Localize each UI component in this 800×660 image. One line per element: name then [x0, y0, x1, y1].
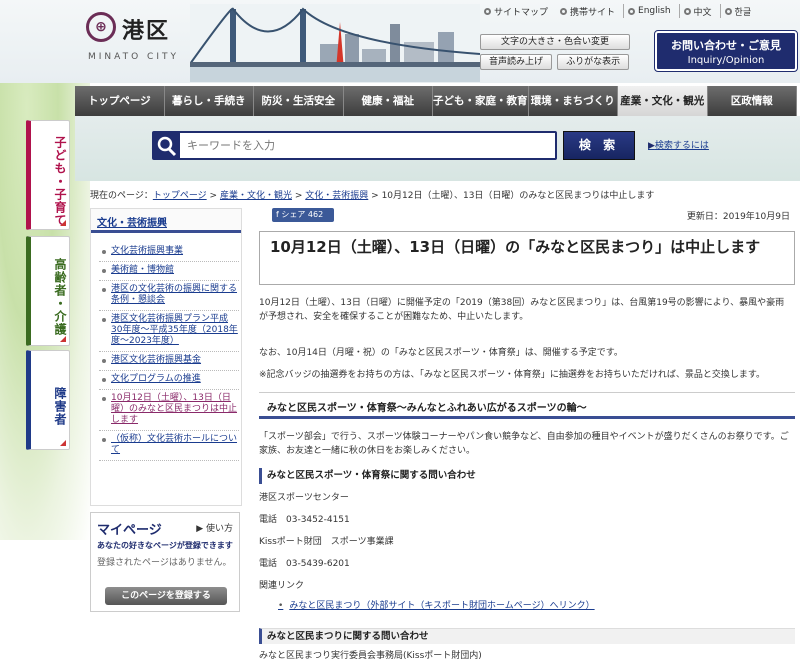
- search-icon: [154, 133, 180, 158]
- mobile-site-link[interactable]: 携帯サイト: [556, 4, 619, 18]
- side-tab-seniors[interactable]: 高齢者・介護: [26, 236, 70, 346]
- search-box: [152, 131, 557, 160]
- logo-title: 港区: [122, 19, 171, 44]
- local-nav-item: 文化芸術振興事業: [99, 243, 239, 262]
- paragraph-sports-desc: 「スポーツ部会」で行う、スポーツ体験コーナーやパン食い競争など、自由参加の種目や…: [259, 432, 789, 456]
- text-size-color-button[interactable]: 文字の大きさ・色合い変更: [480, 34, 630, 50]
- radio-dot-icon: [560, 7, 568, 15]
- subheading-festival-contact: みなと区民まつりに関する問い合わせ: [259, 628, 795, 644]
- local-nav-item: （仮称）文化芸術ホールについて: [99, 431, 239, 461]
- local-nav-item: 文化プログラムの推進: [99, 371, 239, 390]
- breadcrumb-top[interactable]: トップページ: [153, 191, 207, 201]
- local-nav-item: 港区文化芸術振興プラン平成30年度～平成35年度（2018年度～2023年度）: [99, 311, 239, 352]
- register-page-button[interactable]: このページを登録する: [105, 587, 227, 605]
- arrow-right-icon: ▶: [648, 141, 655, 151]
- utility-links: サイトマップ 携帯サイト English 中文 한글: [480, 4, 755, 18]
- global-nav: トップページ 暮らし・手続き 防災・生活安全 健康・福祉 子ども・家庭・教育 環…: [75, 86, 797, 116]
- contact-kissport-tel: 電話 03-5439-6201: [259, 559, 350, 569]
- nav-living[interactable]: 暮らし・手続き: [164, 86, 254, 116]
- city-emblem-icon: ⊕: [86, 12, 116, 42]
- site-header: ⊕ 港区 MINATO CITY サイトマップ 携帯サイト English 中文…: [0, 0, 800, 83]
- local-nav-item: 港区文化芸術振興基金: [99, 352, 239, 371]
- subheading-sports-contact: みなと区民スポーツ・体育祭に関する問い合わせ: [259, 468, 795, 484]
- read-aloud-button[interactable]: 音声読み上げ: [480, 54, 552, 70]
- furigana-button[interactable]: ふりがな表示: [557, 54, 630, 70]
- mypage-subtitle: あなたの好きなページが登録できます: [97, 541, 233, 550]
- inquiry-label-en: Inquiry/Opinion: [687, 55, 765, 66]
- logo-subtitle: MINATO CITY: [88, 52, 179, 62]
- breadcrumb-current: 10月12日（土曜）、13日（日曜）のみなと区民まつりは中止します: [381, 191, 655, 201]
- paragraph-cancel: 10月12日（土曜）、13日（日曜）に開催予定の「2019（第38回）みなと区民…: [259, 298, 785, 322]
- side-tab-disabled[interactable]: 障害者: [26, 350, 70, 450]
- local-nav: 文化・芸術振興 文化芸術振興事業 美術館・博物館 港区の文化芸術の振興に関する条…: [90, 208, 242, 506]
- related-links-label: 関連リンク: [259, 581, 305, 591]
- mypage-box: マイページ ▶ 使い方 あなたの好きなページが登録できます 登録されたページはあ…: [90, 512, 240, 612]
- nav-industry-culture[interactable]: 産業・文化・観光: [618, 86, 708, 116]
- accessibility-buttons: 文字の大きさ・色合い変更 音声読み上げ ふりがな表示: [480, 34, 630, 74]
- nav-children[interactable]: 子ども・家庭・教育: [433, 86, 529, 116]
- local-nav-item: 美術館・博物館: [99, 262, 239, 281]
- search-button[interactable]: 検 索: [563, 131, 635, 160]
- updated-date: 更新日：2019年10月9日: [686, 212, 790, 222]
- local-nav-item-current: 10月12日（土曜）、13日（日曜）のみなと区民まつりは中止します: [99, 390, 239, 431]
- nav-top[interactable]: トップページ: [75, 86, 165, 116]
- external-link-festival[interactable]: みなと区民まつり（外部サイト（キスポート財団ホームページ）へリンク）: [278, 598, 594, 611]
- search-help-link[interactable]: ▶検索するには: [648, 138, 709, 151]
- english-link[interactable]: English: [623, 4, 675, 18]
- local-nav-item: 港区の文化芸術の振興に関する条例・懇談会: [99, 281, 239, 311]
- sitemap-link[interactable]: サイトマップ: [480, 4, 552, 18]
- radio-dot-icon: [683, 7, 691, 15]
- contact-festival-office: みなと区民まつり実行委員会事務局(Kissポート財団内): [259, 651, 482, 660]
- nav-environment[interactable]: 環境・まちづくり: [528, 86, 618, 116]
- arrow-right-icon: ▶: [196, 524, 206, 534]
- inquiry-label-ja: お問い合わせ・ご意見: [671, 39, 781, 52]
- contact-kissport: Kissポート財団 スポーツ事業課: [259, 537, 394, 547]
- nav-health[interactable]: 健康・福祉: [343, 86, 433, 116]
- paragraph-badge: ※記念バッジの抽選券をお持ちの方は、「みなと区民スポーツ・体育祭」に抽選券をお持…: [259, 370, 765, 380]
- nav-safety[interactable]: 防災・生活安全: [254, 86, 344, 116]
- chinese-link[interactable]: 中文: [678, 4, 716, 18]
- mypage-howto-link[interactable]: ▶ 使い方: [196, 521, 233, 534]
- mypage-empty-text: 登録されたページはありません。: [97, 558, 232, 568]
- nav-government[interactable]: 区政情報: [707, 86, 797, 116]
- inquiry-button[interactable]: お問い合わせ・ご意見 Inquiry/Opinion: [654, 30, 798, 72]
- corner-triangle-icon: [60, 336, 66, 342]
- breadcrumb: 現在のページ：トップページ > 産業・文化・観光 > 文化・芸術振興 > 10月…: [90, 191, 655, 201]
- korean-link[interactable]: 한글: [719, 4, 756, 18]
- local-nav-list: 文化芸術振興事業 美術館・博物館 港区の文化芸術の振興に関する条例・懇談会 港区…: [99, 243, 239, 461]
- breadcrumb-industry[interactable]: 産業・文化・観光: [220, 191, 292, 201]
- radio-dot-icon: [628, 7, 636, 15]
- corner-triangle-icon: [60, 220, 66, 226]
- breadcrumb-culture[interactable]: 文化・芸術振興: [305, 191, 368, 201]
- radio-dot-icon: [484, 7, 491, 15]
- rainbow-bridge-image: [190, 4, 480, 82]
- site-logo[interactable]: ⊕ 港区 MINATO CITY: [86, 12, 186, 72]
- side-tab-children[interactable]: 子ども・子育て: [26, 120, 70, 230]
- section-heading-sports: みなと区民スポーツ・体育祭～みんなとふれあい広がるスポーツの輪～: [259, 392, 795, 419]
- page-title: 10月12日（土曜）、13日（日曜）の「みなと区民まつり」は中止します: [259, 231, 795, 285]
- local-nav-heading: 文化・芸術振興: [91, 209, 241, 233]
- corner-triangle-icon: [60, 440, 66, 446]
- facebook-share-button[interactable]: f シェア 462: [272, 208, 334, 222]
- contact-sports-center-tel: 電話 03-3452-4151: [259, 515, 350, 525]
- radio-dot-icon: [724, 7, 732, 15]
- paragraph-sports-day: なお、10月14日（月曜・祝）の「みなと区民スポーツ・体育祭」は、開催する予定で…: [259, 348, 623, 358]
- contact-sports-center: 港区スポーツセンター: [259, 493, 349, 503]
- search-input[interactable]: [187, 133, 547, 158]
